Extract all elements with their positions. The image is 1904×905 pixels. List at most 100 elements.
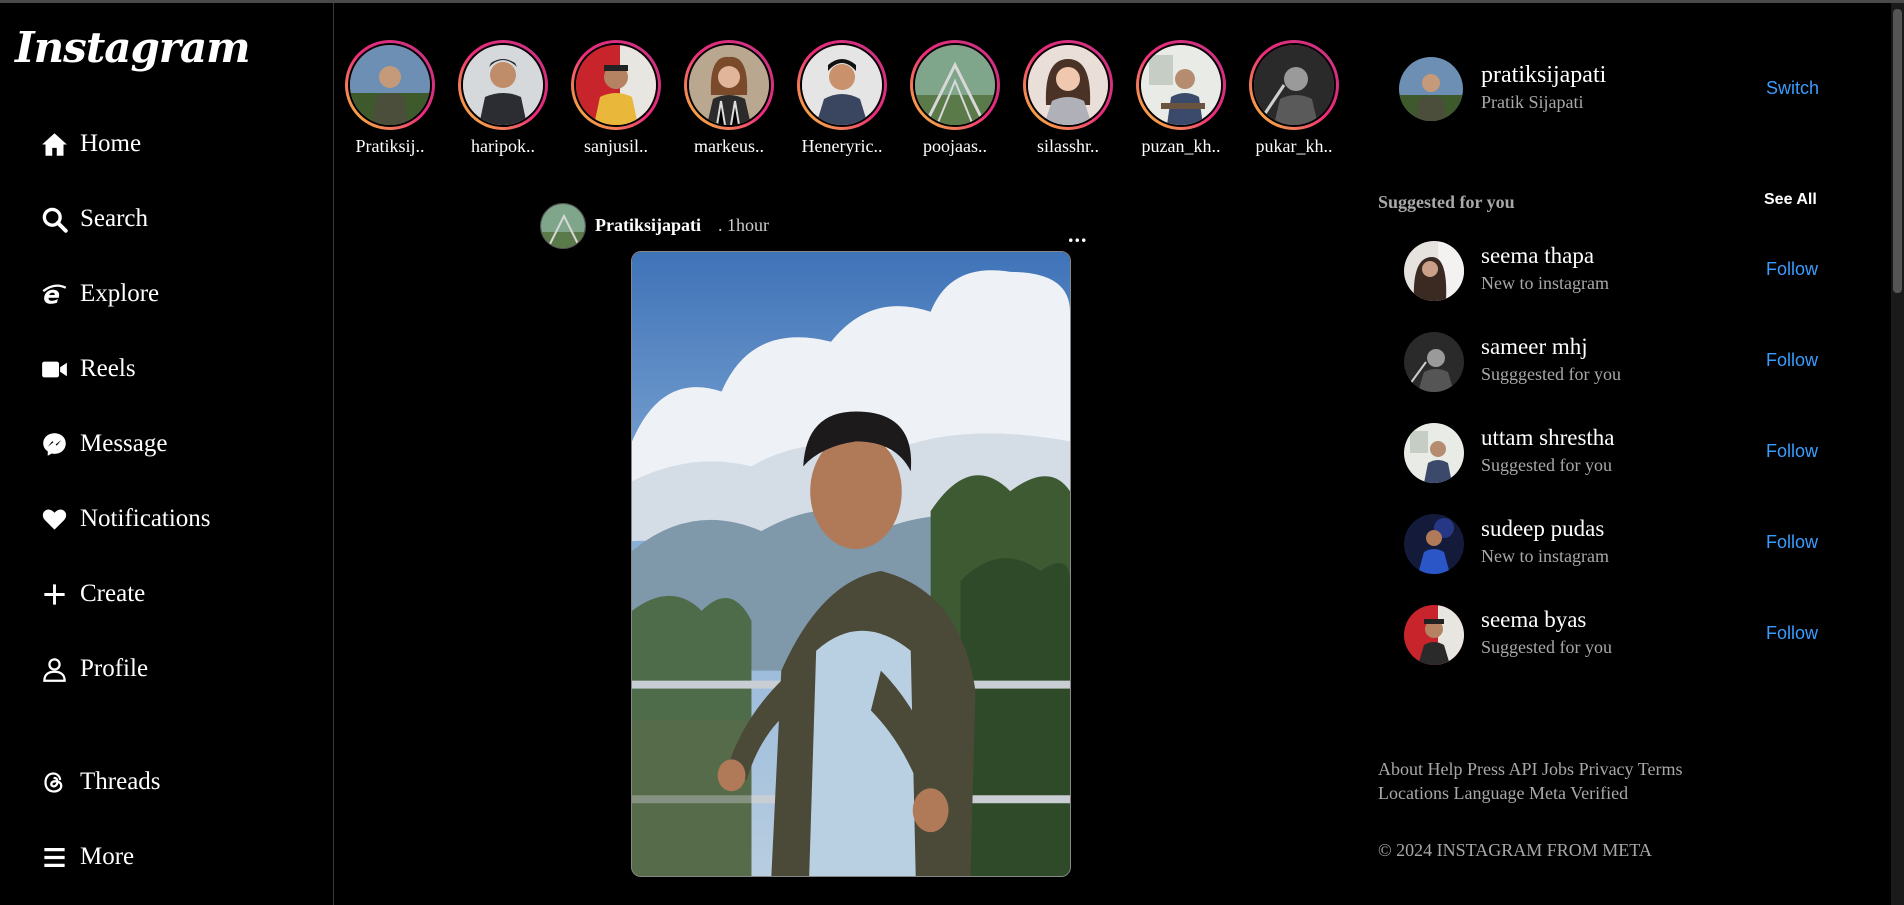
story-avatar [574,43,658,127]
story-item[interactable]: puzan_kh.. [1125,40,1237,157]
nav-notifications[interactable]: Notifications [38,499,211,539]
suggestion-name[interactable]: uttam shrestha [1481,425,1615,451]
nav-profile-label: Profile [80,655,149,682]
follow-button[interactable]: Follow [1766,259,1818,280]
footer-link-locations[interactable]: Locations [1378,783,1449,803]
story-item[interactable]: haripok.. [447,40,559,157]
story-avatar [1026,43,1110,127]
story-ring [1249,40,1339,130]
suggestion-avatar[interactable] [1404,605,1464,665]
current-user-username[interactable]: pratiksijapati [1481,62,1606,89]
menu-icon [38,841,70,873]
follow-button[interactable]: Follow [1766,623,1818,644]
suggestion-item: sameer mhj Sugggested for you Follow [1404,332,1824,396]
suggestion-name[interactable]: seema byas [1481,607,1586,633]
post-image[interactable] [631,251,1071,877]
story-ring [571,40,661,130]
nav-threads-label: Threads [80,768,161,795]
see-all-button[interactable]: See All [1764,191,1817,209]
post-time: . 1hour [718,215,769,235]
post-avatar[interactable] [540,203,586,249]
suggestion-item: sudeep pudas New to instagram Follow [1404,514,1824,578]
footer-link-privacy[interactable]: Privacy [1579,759,1634,779]
story-item[interactable]: Heneryric.. [786,40,898,157]
suggestion-item: uttam shrestha Suggested for you Follow [1404,423,1824,487]
footer-links: About Help Press API Jobs Privacy Terms … [1378,757,1738,805]
nav-create[interactable]: Create [38,574,145,614]
footer-link-language[interactable]: Language [1453,783,1524,803]
footer-link-terms[interactable]: Terms [1638,759,1683,779]
suggestion-subtitle: Suggested for you [1481,637,1612,657]
story-name: poojaas.. [923,136,987,156]
footer-link-api[interactable]: API [1509,759,1538,779]
story-avatar [1139,43,1223,127]
nav-profile[interactable]: Profile [38,649,148,689]
nav-search-label: Search [80,205,149,232]
nav-threads[interactable]: Threads [38,762,161,802]
more-options-icon[interactable]: ... [1068,222,1088,248]
suggestion-item: seema thapa New to instagram Follow [1404,241,1824,305]
follow-button[interactable]: Follow [1766,532,1818,553]
scrollbar-thumb[interactable] [1893,9,1902,293]
suggestion-avatar[interactable] [1404,332,1464,392]
story-item[interactable]: poojaas.. [899,40,1011,157]
nav-explore-label: Explore [80,280,160,307]
vertical-scrollbar[interactable] [1891,3,1904,905]
story-name: puzan_kh.. [1141,136,1221,156]
nav-message-label: Message [80,430,168,457]
story-ring [458,40,548,130]
home-icon [38,128,70,160]
story-avatar [461,43,545,127]
story-name: markeus.. [694,136,764,156]
story-item[interactable]: Pratiksij.. [334,40,446,157]
story-avatar [348,43,432,127]
suggestion-name[interactable]: seema thapa [1481,243,1594,269]
suggestion-item: seema byas Suggested for you Follow [1404,605,1824,669]
story-item[interactable]: sanjusil.. [560,40,672,157]
explore-icon: e [38,278,70,310]
suggestion-avatar[interactable] [1404,514,1464,574]
suggestion-name[interactable]: sudeep pudas [1481,516,1604,542]
threads-icon [38,766,70,798]
messenger-icon [38,428,70,460]
follow-button[interactable]: Follow [1766,350,1818,371]
story-ring [345,40,435,130]
story-name: pukar_kh.. [1255,136,1333,156]
footer-link-jobs[interactable]: Jobs [1542,759,1574,779]
suggestion-subtitle: New to instagram [1481,273,1609,293]
nav-search[interactable]: Search [38,199,148,239]
nav-message[interactable]: Message [38,424,167,464]
story-ring [797,40,887,130]
nav-more[interactable]: More [38,837,134,877]
nav-explore[interactable]: e Explore [38,274,159,314]
story-item[interactable]: markeus.. [673,40,785,157]
switch-account-button[interactable]: Switch [1766,78,1819,99]
nav-reels[interactable]: Reels [38,349,136,389]
story-item[interactable]: silasshr.. [1012,40,1124,157]
nav-reels-label: Reels [80,355,136,382]
suggestion-subtitle: Suggested for you [1481,455,1612,475]
footer-link-press[interactable]: Press [1467,759,1505,779]
story-item[interactable]: pukar_kh.. [1238,40,1350,157]
post-action-bar [660,896,1130,905]
nav-more-label: More [80,843,135,870]
heart-icon [38,503,70,535]
instagram-logo[interactable]: Instagram [15,23,251,72]
current-user-avatar[interactable] [1399,57,1463,121]
nav-home[interactable]: Home [38,124,141,164]
story-ring [684,40,774,130]
nav-create-label: Create [80,580,146,607]
suggestion-avatar[interactable] [1404,241,1464,301]
footer-link-help[interactable]: Help [1428,759,1463,779]
post-username[interactable]: Pratiksijapati [595,215,701,236]
user-icon [38,653,70,685]
footer-link-about[interactable]: About [1378,759,1423,779]
suggestion-name[interactable]: sameer mhj [1481,334,1588,360]
follow-button[interactable]: Follow [1766,441,1818,462]
story-name: haripok.. [471,136,535,156]
suggestion-avatar[interactable] [1404,423,1464,483]
story-ring [1136,40,1226,130]
story-ring [1023,40,1113,130]
footer-link-meta-verified[interactable]: Meta Verified [1529,783,1628,803]
nav-home-label: Home [80,130,142,157]
